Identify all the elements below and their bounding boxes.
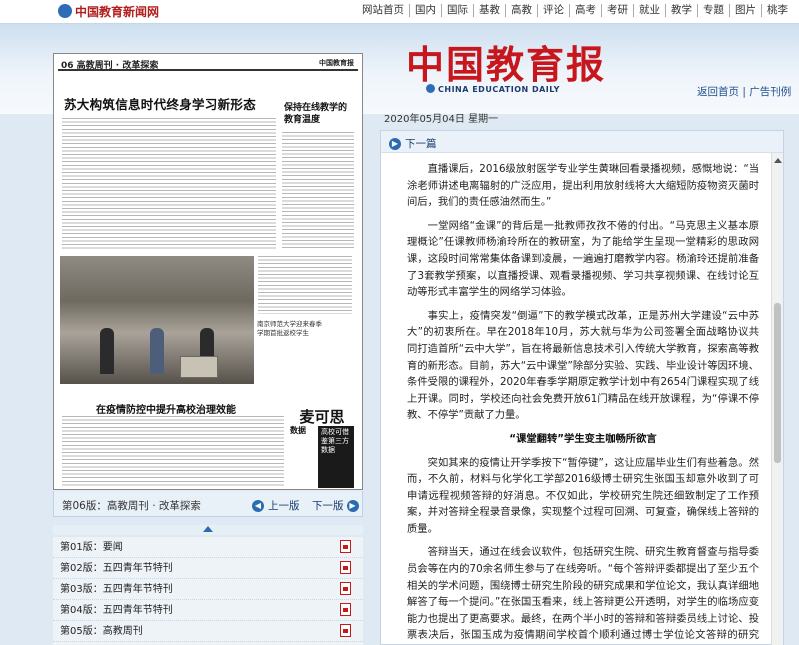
top-nav-link[interactable]: 桃李: [761, 4, 793, 17]
scrollbar-thumb[interactable]: [774, 303, 781, 463]
article-panel: ▶ 下一篇 直播课后，2016级放射医学专业学生黄琳回看录播视频，感慨地说：“当涂…: [380, 130, 784, 645]
top-nav-link[interactable]: 国内: [409, 4, 441, 17]
edition-list-item[interactable]: 第02版：五四青年节特刊: [53, 558, 363, 579]
top-nav-link[interactable]: 基教: [473, 4, 505, 17]
article-body: 直播课后，2016级放射医学专业学生黄琳回看录播视频，感慨地说：“当涂老师讲述电…: [407, 161, 759, 645]
edition-label: 第05版：高教周刊: [60, 626, 143, 637]
edition-label: 第01版：要闻: [60, 542, 123, 553]
page-headline[interactable]: 苏大构筑信息时代终身学习新形态: [64, 94, 256, 113]
article-scrollbar[interactable]: [771, 153, 783, 645]
scroll-up-icon[interactable]: [774, 158, 782, 163]
page-side-headline[interactable]: 保持在线教学的教育温度: [284, 102, 350, 126]
next-edition-link[interactable]: 下一版 ▶: [312, 498, 359, 513]
edition-label: 第02版：五四青年节特刊: [60, 563, 173, 574]
prev-arrow-icon: ◀: [252, 499, 264, 512]
article-paragraph: 一堂网络“金课”的背后是一批教师孜孜不倦的付出。“马克思主义基本原理概论”任课教…: [407, 219, 759, 299]
page-column-name: 麦可思: [299, 408, 345, 426]
article-paragraph: 突如其来的疫情让开学季按下“暂停键”，这让应届毕业生们有些着急。然而，不久前，材…: [407, 456, 759, 535]
edition-list-toggle[interactable]: [53, 525, 363, 535]
site-logo[interactable]: 中国教育新闻网: [58, 3, 159, 20]
edition-label: 第04版：五四青年节特刊: [60, 605, 173, 616]
site-logo-text: 中国教育新闻网: [75, 5, 160, 19]
pdf-icon[interactable]: [340, 540, 351, 553]
pdf-icon[interactable]: [340, 582, 351, 595]
page-text-block[interactable]: [62, 118, 276, 250]
edition-list-item[interactable]: 第01版：要闻: [53, 537, 363, 558]
page-section-title: 06 高教周刊 · 改革探索: [61, 61, 159, 71]
page-text-block[interactable]: [282, 132, 354, 250]
banner-links: 返回首页 | 广告刊例: [697, 84, 791, 99]
page-header: 06 高教周刊 · 改革探索 中国教育报: [58, 57, 358, 71]
pdf-icon[interactable]: [340, 624, 351, 637]
newspaper-brand-subtitle: CHINA EDUCATION DAILY: [426, 84, 560, 94]
page-column-vertical-text: 高校可借鉴第三方数据: [321, 428, 349, 454]
newspaper-brand: 中国教育报: [406, 42, 607, 87]
top-nav-link[interactable]: 网站首页: [357, 4, 409, 17]
banner-link-separator: |: [739, 86, 750, 98]
article-paragraph: 事实上，疫情突发“倒逼”下的教学模式改革，正是苏州大学建设“云中苏大”的初衷所在…: [407, 309, 759, 422]
top-nav-link[interactable]: 图片: [729, 4, 761, 17]
page-paper-name: 中国教育报: [319, 59, 354, 67]
ad-list-link[interactable]: 广告刊例: [749, 86, 791, 98]
page-text-block[interactable]: [62, 416, 284, 486]
top-nav-links: 网站首页 国内 国际 基教 高教 评论 高考 考研 就业 教学 专题 图片 桃李: [357, 4, 793, 17]
next-article-label: 下一篇: [405, 138, 437, 150]
prev-edition-link[interactable]: ◀ 上一版: [252, 498, 300, 513]
next-article-icon: ▶: [389, 137, 401, 150]
top-nav-link[interactable]: 专题: [697, 4, 729, 17]
brand-subtitle-text: CHINA EDUCATION DAILY: [438, 85, 560, 94]
top-nav-link[interactable]: 高教: [505, 4, 537, 17]
edition-list-item[interactable]: 第03版：五四青年节特刊: [53, 579, 363, 600]
article-subheading: “课堂翻转”学生变主咖畅所欲言: [509, 432, 657, 445]
pdf-icon[interactable]: [340, 561, 351, 574]
page-photo-caption: 南京师范大学迎来春季学期首批返校学生: [257, 320, 322, 337]
top-nav-link[interactable]: 高考: [569, 4, 601, 17]
page-navigation-bar: 第06版：高教周刊 · 改革探索 ◀ 上一版 下一版 ▶: [53, 491, 363, 517]
brand-globe-icon: [426, 84, 435, 93]
top-nav-link[interactable]: 评论: [537, 4, 569, 17]
top-nav-link[interactable]: 教学: [665, 4, 697, 17]
top-nav-link[interactable]: 就业: [633, 4, 665, 17]
top-navigation-bar: 中国教育新闻网 网站首页 国内 国际 基教 高教 评论 高考 考研 就业 教学 专题 图片 桃李: [0, 0, 799, 24]
article-paragraph: 直播课后，2016级放射医学专业学生黄琳回看录播视频，感慨地说：“当涂老师讲述电…: [407, 163, 759, 209]
next-edition-label: 下一版: [312, 500, 344, 512]
next-arrow-icon: ▶: [346, 499, 359, 512]
top-nav-link[interactable]: 国际: [441, 4, 473, 17]
edition-label: 第03版：五四青年节特刊: [60, 584, 173, 595]
article-nav-bar: ▶ 下一篇: [381, 131, 783, 153]
next-article-link[interactable]: ▶ 下一篇: [389, 136, 437, 151]
current-edition-label: 第06版：高教周刊 · 改革探索: [62, 500, 201, 512]
top-nav-link[interactable]: 考研: [601, 4, 633, 17]
newspaper-page-image[interactable]: 06 高教周刊 · 改革探索 中国教育报 苏大构筑信息时代终身学习新形态 保持在…: [53, 53, 363, 490]
page-photo[interactable]: [60, 256, 254, 384]
back-home-link[interactable]: 返回首页: [697, 86, 739, 98]
prev-edition-label: 上一版: [268, 500, 300, 512]
page-text-block[interactable]: [258, 256, 352, 314]
edition-list: 第01版：要闻第02版：五四青年节特刊 第03版：五四青年节特刊 第04版：五四青年…: [53, 537, 363, 645]
page-column-vertical-title: 数据: [290, 426, 306, 435]
page-sub-headline[interactable]: 在疫情防控中提升高校治理效能: [96, 401, 236, 416]
edition-list-item[interactable]: 第04版：五四青年节特刊: [53, 600, 363, 621]
page-column-black-box: 高校可借鉴第三方数据: [318, 426, 354, 488]
issue-date: 2020年05月04日 星期一: [384, 114, 499, 125]
collapse-triangle-icon: [203, 526, 213, 532]
edition-list-item[interactable]: 第05版：高教周刊: [53, 621, 363, 642]
article-paragraph: 答辩当天，通过在线会议软件，包括研究生院、研究生教育督查与指导委员会等在内的70…: [407, 546, 759, 642]
logo-mark-icon: [58, 4, 72, 18]
pdf-icon[interactable]: [340, 603, 351, 616]
